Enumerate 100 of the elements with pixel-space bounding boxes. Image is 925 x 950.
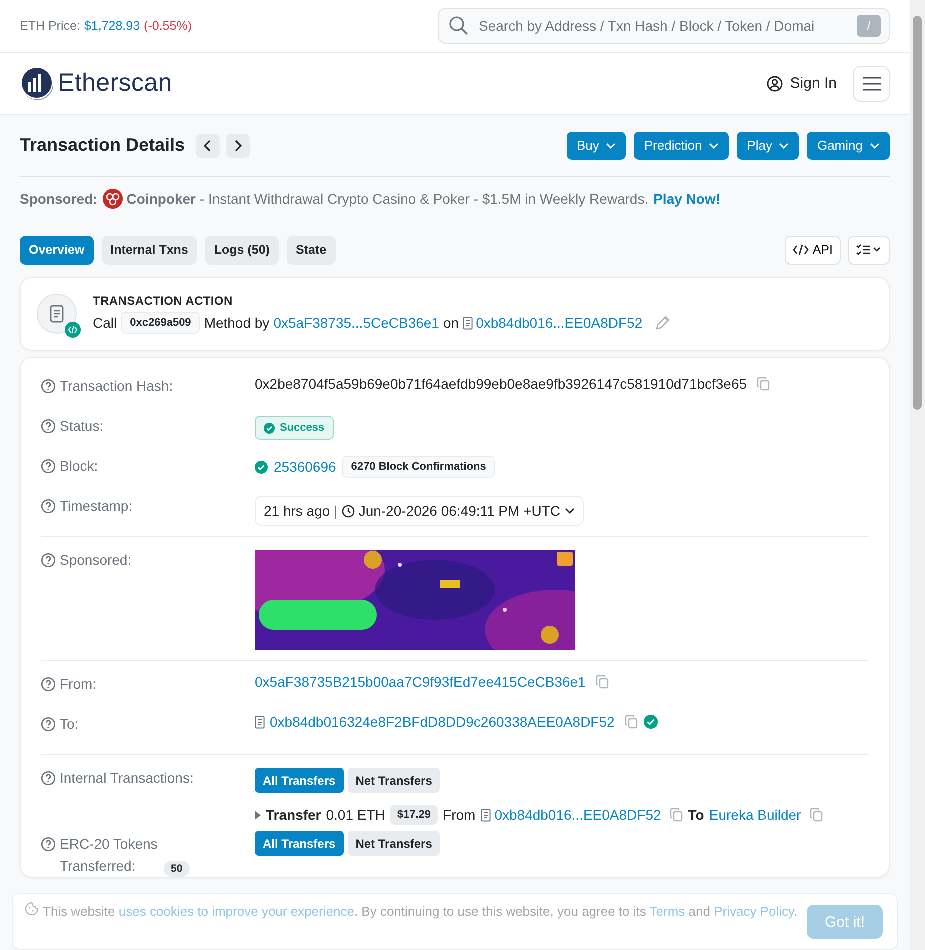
copy-icon[interactable] — [670, 808, 684, 822]
sponsored-label: Sponsored: — [20, 191, 98, 207]
help-icon — [41, 677, 56, 692]
help-icon — [41, 553, 56, 568]
code-icon — [65, 322, 81, 338]
transfer-label: Transfer — [266, 807, 322, 823]
address-link[interactable]: Eureka Builder — [709, 807, 802, 823]
field-label: To: — [60, 716, 79, 732]
help-icon — [41, 771, 56, 786]
options-button[interactable] — [848, 236, 890, 264]
chevron-down-icon — [564, 508, 574, 514]
logo-icon — [20, 66, 54, 100]
pencil-icon[interactable] — [654, 315, 671, 331]
address-link[interactable]: 0x5aF38735B215b00aa7C9f93fEd7ee415CeCB36e1 — [255, 674, 586, 690]
section-title: TRANSACTION ACTION — [93, 294, 234, 308]
to-label: To — [688, 807, 704, 823]
logo-text[interactable]: Etherscan — [58, 69, 172, 98]
menu-button[interactable] — [853, 66, 890, 102]
tab[interactable]: State — [286, 236, 336, 264]
document-icon — [463, 316, 474, 330]
play-now-link[interactable]: Play Now! — [654, 191, 720, 207]
code-icon — [792, 244, 809, 256]
api-button[interactable]: API — [784, 236, 841, 264]
help-icon — [41, 499, 56, 514]
clock-icon — [342, 504, 355, 518]
chevron-down-icon — [870, 142, 880, 148]
filter-button[interactable]: Net Transfers — [348, 831, 440, 856]
chevron-down-icon — [709, 142, 720, 148]
filter-button[interactable]: All Transfers — [255, 831, 344, 856]
contract-link[interactable]: 0xb84db016...EE0A8DF52 — [494, 807, 662, 823]
field-label: From: — [60, 676, 97, 692]
list-check-icon — [856, 244, 882, 256]
transaction-hash: 0x2be8704f5a59b69e0b71f64aefdb99eb0e8ae9fb3926147c581910d71bcf3e65 — [255, 376, 748, 392]
usd-badge: $17.29 — [390, 805, 438, 825]
shortcut-key: / — [857, 15, 881, 37]
tab[interactable]: Logs (50) — [205, 236, 279, 264]
on-label: on — [443, 315, 460, 331]
copy-icon[interactable] — [810, 808, 824, 822]
scrollbar[interactable] — [910, 0, 925, 950]
filter-button[interactable]: Net Transfers — [348, 768, 440, 793]
method-by-label: Method by — [204, 315, 270, 331]
dropdown-button[interactable]: Play — [737, 132, 800, 160]
field-label: Block: — [60, 458, 98, 474]
document-icon — [480, 808, 491, 822]
document-icon — [255, 716, 265, 728]
field-label: Sponsored: — [60, 552, 132, 568]
check-circle-icon — [255, 460, 268, 474]
help-icon — [41, 837, 56, 852]
copy-icon[interactable] — [596, 675, 609, 689]
copy-icon[interactable] — [757, 377, 770, 391]
chevron-right-icon — [234, 140, 242, 152]
field-label: Transaction Hash: — [60, 378, 174, 394]
caret-icon[interactable] — [255, 810, 261, 820]
confirmations-badge: 6270 Block Confirmations — [342, 456, 496, 478]
tab[interactable]: Internal Txns — [102, 236, 198, 264]
user-icon — [767, 76, 784, 92]
status-badge: Success — [255, 416, 334, 440]
document-icon — [50, 305, 64, 323]
call-label: Call — [93, 315, 118, 331]
search-field[interactable]: Search by Address / Txn Hash / Block / Token / Domai — [477, 17, 849, 35]
dropdown-button[interactable]: Prediction — [634, 132, 730, 160]
contract-link[interactable]: 0xb84db016...EE0A8DF52 — [476, 315, 643, 331]
menu-icon — [862, 76, 880, 90]
price-link[interactable]: $1,728.93 — [84, 19, 140, 33]
contract-link[interactable]: 0xb84db016324e8F2BFdD8DD9c260338AEE0A8DF52 — [270, 714, 615, 730]
cookie-icon — [25, 902, 39, 916]
method-badge: 0xc269a509 — [121, 312, 200, 334]
chevron-down-icon — [779, 142, 790, 148]
filter-button[interactable]: All Transfers — [255, 768, 344, 793]
previous-button[interactable] — [196, 134, 220, 158]
dropdown-button[interactable]: Buy — [566, 132, 626, 160]
help-icon — [41, 419, 56, 434]
next-button[interactable] — [226, 134, 250, 158]
sign-in-link[interactable]: Sign In — [767, 75, 837, 92]
field-label: Internal Transactions: — [60, 770, 194, 786]
block-link[interactable]: 25360696 — [274, 459, 336, 475]
address-link[interactable]: 0x5aF38735...5CeCB36e1 — [274, 315, 440, 331]
field-label: Timestamp: — [60, 498, 133, 514]
count-badge: 50 — [164, 861, 190, 877]
search-bar[interactable]: Search by Address / Txn Hash / Block / Token / Domai / — [438, 8, 890, 44]
chevron-left-icon — [204, 140, 212, 152]
field-label: ERC-20 Tokens Transferred: — [60, 835, 159, 876]
dropdown-button[interactable]: Gaming — [807, 132, 890, 160]
check-circle-icon — [644, 715, 658, 729]
help-icon — [41, 717, 56, 732]
transfer-amount: 0.01 ETH — [326, 807, 386, 823]
chevron-down-icon — [606, 142, 616, 148]
search-icon — [449, 16, 469, 36]
tab[interactable]: Overview — [20, 236, 94, 264]
price-change: (-0.55%) — [144, 19, 192, 33]
from-label: From — [443, 807, 476, 823]
help-icon — [41, 459, 56, 474]
check-circle-icon — [264, 422, 275, 434]
copy-icon[interactable] — [624, 715, 638, 729]
timestamp-dropdown[interactable]: 21 hrs ago | Jun-20-2026 06:49:11 PM +UTC — [255, 496, 584, 526]
cookie-text: This website uses cookies to improve your experience. By continuing to use this website, you agree to its Terms and Privacy Policy. — [43, 903, 799, 921]
page-title: Transaction Details — [20, 135, 186, 156]
price-label: ETH Price: — [20, 19, 80, 33]
sponsored-text: Coinpoker - Instant Withdrawal Crypto Casino & Poker - $1.5M in Weekly Rewards. — [126, 191, 649, 207]
field-label: Status: — [60, 418, 104, 434]
